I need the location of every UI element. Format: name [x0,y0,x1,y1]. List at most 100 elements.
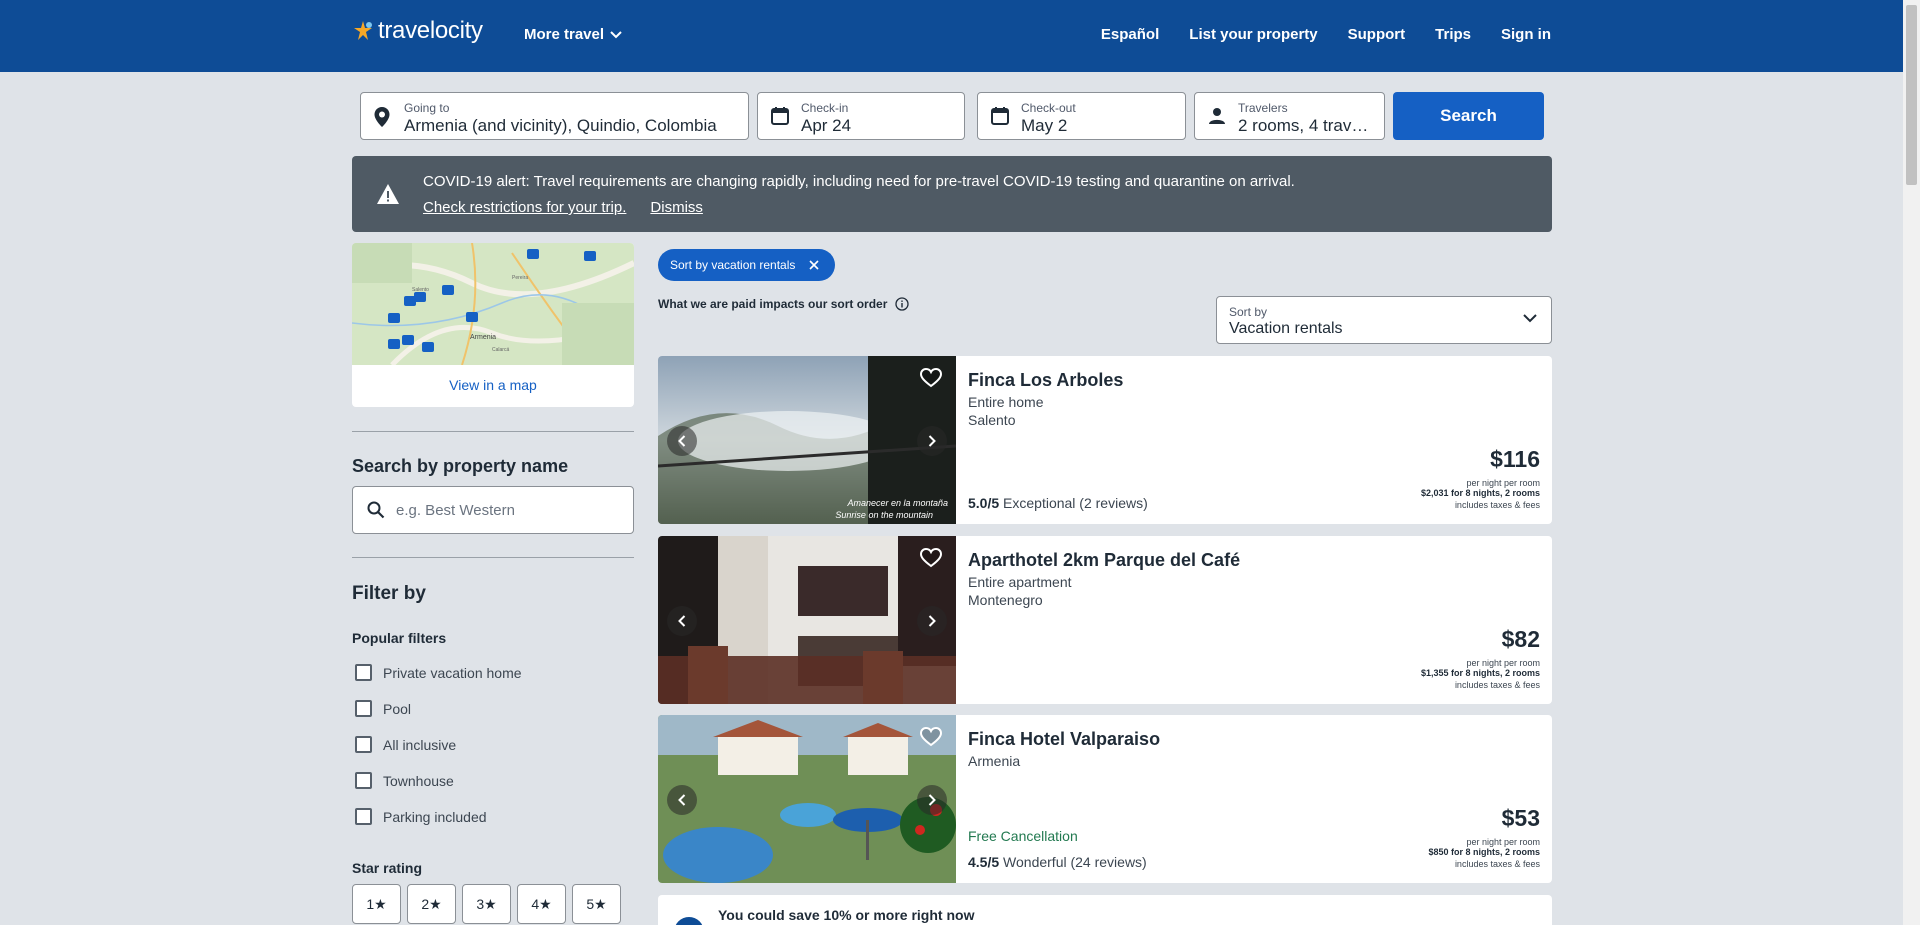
rating-text: Wonderful (24 reviews) [1003,854,1147,870]
chevron-down-icon [610,30,622,38]
previous-photo-button[interactable] [667,606,697,636]
listing-price: $53 [1501,805,1540,831]
star-2-button[interactable]: 2★ [407,884,456,924]
logo-text: travelocity [378,17,483,44]
checkout-label: Check-out [1021,101,1076,115]
more-travel-label: More travel [524,26,605,43]
travelocity-logo[interactable]: travelocity [352,17,483,45]
sort-label: Sort by [1229,305,1268,319]
person-icon [1209,108,1225,124]
filter-label: Private vacation home [383,664,522,681]
nav-language[interactable]: Español [1101,26,1159,43]
filter-parking-included[interactable]: Parking included [355,808,487,825]
view-in-map-link[interactable]: View in a map [352,377,634,393]
rating-text: Exceptional (2 reviews) [1003,495,1148,511]
filter-townhouse[interactable]: Townhouse [355,772,454,789]
listing-card[interactable]: Aparthotel 2km Parque del Café Entire ap… [658,536,1552,704]
nav-support[interactable]: Support [1348,26,1406,43]
previous-photo-button[interactable] [667,785,697,815]
map-preview[interactable]: Armenia Calarcá Salento Pereira [352,243,634,365]
checkin-field[interactable]: Check-in Apr 24 [757,92,965,140]
chevron-left-icon [678,615,686,627]
price-taxes: includes taxes & fees [1454,500,1540,510]
info-icon[interactable] [895,297,910,311]
star-4-button[interactable]: 4★ [517,884,566,924]
heart-icon[interactable] [920,727,942,747]
checkbox[interactable] [355,772,372,789]
promo-text: You could save 10% or more right now [718,907,975,923]
nav-trips[interactable]: Trips [1435,26,1471,43]
page-scrollbar[interactable] [1903,0,1920,925]
next-photo-button[interactable] [917,785,947,815]
listing-name[interactable]: Finca Los Arboles [968,370,1123,391]
filter-pool[interactable]: Pool [355,700,411,717]
search-by-name-heading: Search by property name [352,456,569,476]
checkbox[interactable] [355,700,372,717]
listing-card[interactable]: Finca Hotel Valparaiso Armenia Free Canc… [658,715,1552,883]
travelers-label: Travelers [1238,101,1288,115]
destination-field[interactable]: Going to Armenia (and vicinity), Quindio… [360,92,749,140]
scrollbar-thumb[interactable] [1906,5,1917,185]
star-3-button[interactable]: 3★ [462,884,511,924]
travelers-field[interactable]: Travelers 2 rooms, 4 travelers [1194,92,1385,140]
heart-icon[interactable] [920,368,942,388]
listing-card[interactable]: Amanecer en la montaña Sunrise on the mo… [658,356,1552,524]
chevron-down-icon [1523,314,1537,323]
checkout-field[interactable]: Check-out May 2 [977,92,1186,140]
destination-value: Armenia (and vicinity), Quindio, Colombi… [404,116,717,135]
filter-all-inclusive[interactable]: All inclusive [355,736,456,753]
check-restrictions-link[interactable]: Check restrictions for your trip. [423,199,626,216]
search-button[interactable]: Search [1393,92,1544,140]
photo-caption-line-2: Sunrise on the mountain [835,510,933,520]
sidebar-divider [352,557,634,558]
chevron-right-icon [928,435,936,447]
sort-vacation-rentals-chip[interactable]: Sort by vacation rentals [658,249,836,281]
star-rating-buttons: 1★ 2★ 3★ 4★ 5★ [352,884,621,924]
close-icon[interactable] [809,260,819,270]
star-5-button[interactable]: 5★ [572,884,621,924]
alert-message: COVID-19 alert: Travel requirements are … [423,173,1295,190]
rating-score: 5.0/5 [968,495,1000,511]
listing-name[interactable]: Finca Hotel Valparaiso [968,729,1160,750]
listing-photo[interactable] [658,536,956,704]
checkbox[interactable] [355,736,372,753]
star-1-button[interactable]: 1★ [352,884,401,924]
next-photo-button[interactable] [917,426,947,456]
checkout-value: May 2 [1021,116,1068,135]
header-nav: Español List your property Support Trips… [1101,26,1551,43]
checkbox[interactable] [355,808,372,825]
chevron-right-icon [928,794,936,806]
price-total: $850 for 8 nights, 2 rooms [1428,847,1540,857]
filter-label: Pool [383,700,412,717]
filter-label: All inclusive [383,736,457,753]
nav-list-property[interactable]: List your property [1189,26,1317,43]
sort-dropdown[interactable]: Sort by Vacation rentals [1216,296,1552,344]
paid-note-text: What we are paid impacts our sort order [658,297,888,311]
warning-icon [377,184,399,204]
checkbox[interactable] [355,664,372,681]
property-name-input[interactable]: e.g. Best Western [352,486,634,534]
nav-sign-in[interactable]: Sign in [1501,26,1551,43]
chevron-left-icon [678,794,686,806]
checkin-label: Check-in [801,101,849,115]
heart-icon[interactable] [920,548,942,568]
photo-caption-line-1: Amanecer en la montaña [846,498,948,508]
listing-name[interactable]: Aparthotel 2km Parque del Café [968,550,1240,571]
price-per-night: per night per room [1466,478,1540,488]
sidebar-divider [352,431,634,432]
price-total: $1,355 for 8 nights, 2 rooms [1420,668,1540,678]
dismiss-link[interactable]: Dismiss [650,199,703,216]
location-pin-icon [374,107,390,127]
next-photo-button[interactable] [917,606,947,636]
sort-value: Vacation rentals [1229,320,1343,337]
listing-photo[interactable] [658,715,956,883]
map-preview-card[interactable]: Armenia Calarcá Salento Pereira View in … [352,243,634,407]
previous-photo-button[interactable] [667,426,697,456]
filter-private-vacation-home[interactable]: Private vacation home [355,664,522,681]
price-total: $2,031 for 8 nights, 2 rooms [1420,488,1540,498]
listing-photo[interactable]: Amanecer en la montaña Sunrise on the mo… [658,356,956,524]
site-header: travelocity More travel Español List you… [0,0,1903,72]
more-travel-menu[interactable]: More travel [524,26,622,43]
map-place-calarca: Calarcá [492,347,509,353]
savings-promo-banner[interactable]: You could save 10% or more right now [658,895,1552,925]
